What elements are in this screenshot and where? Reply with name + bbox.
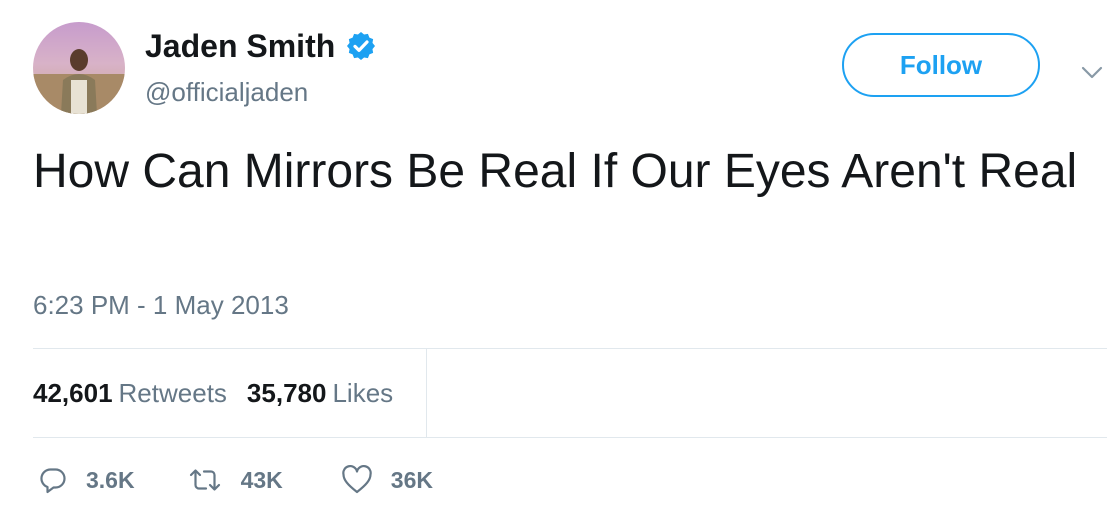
heart-icon — [342, 465, 372, 494]
chevron-down-icon[interactable] — [1078, 58, 1106, 86]
display-name[interactable]: Jaden Smith — [145, 26, 335, 66]
user-name-row[interactable]: Jaden Smith — [145, 26, 377, 66]
likes-stat[interactable]: 35,780 Likes — [247, 377, 393, 409]
reply-button[interactable]: 3.6K — [38, 464, 135, 496]
retweets-label: Retweets — [118, 378, 227, 408]
follow-button[interactable]: Follow — [842, 33, 1040, 97]
tweet-text: How Can Mirrors Be Real If Our Eyes Aren… — [33, 145, 1078, 198]
user-handle[interactable]: @officialjaden — [145, 76, 308, 108]
divider — [426, 349, 427, 437]
verified-badge-icon — [345, 30, 377, 62]
tweet-timestamp[interactable]: 6:23 PM - 1 May 2013 — [33, 288, 289, 322]
like-count: 36K — [390, 467, 433, 493]
divider — [33, 348, 1107, 349]
retweet-icon — [189, 469, 220, 491]
reply-count: 3.6K — [86, 467, 135, 493]
tweet-stats: 42,601 Retweets 35,780 Likes — [33, 377, 393, 409]
likes-label: Likes — [332, 378, 394, 408]
tweet-actions: 3.6K 43K 36K — [38, 464, 433, 496]
retweet-button[interactable]: 43K — [187, 464, 283, 496]
like-button[interactable]: 36K — [341, 464, 433, 496]
reply-icon — [40, 468, 66, 494]
retweets-stat[interactable]: 42,601 Retweets — [33, 377, 227, 409]
avatar[interactable] — [33, 22, 125, 114]
likes-count: 35,780 — [246, 378, 327, 408]
retweets-count: 42,601 — [33, 378, 113, 408]
divider — [33, 437, 1107, 438]
retweet-count: 43K — [240, 467, 283, 493]
